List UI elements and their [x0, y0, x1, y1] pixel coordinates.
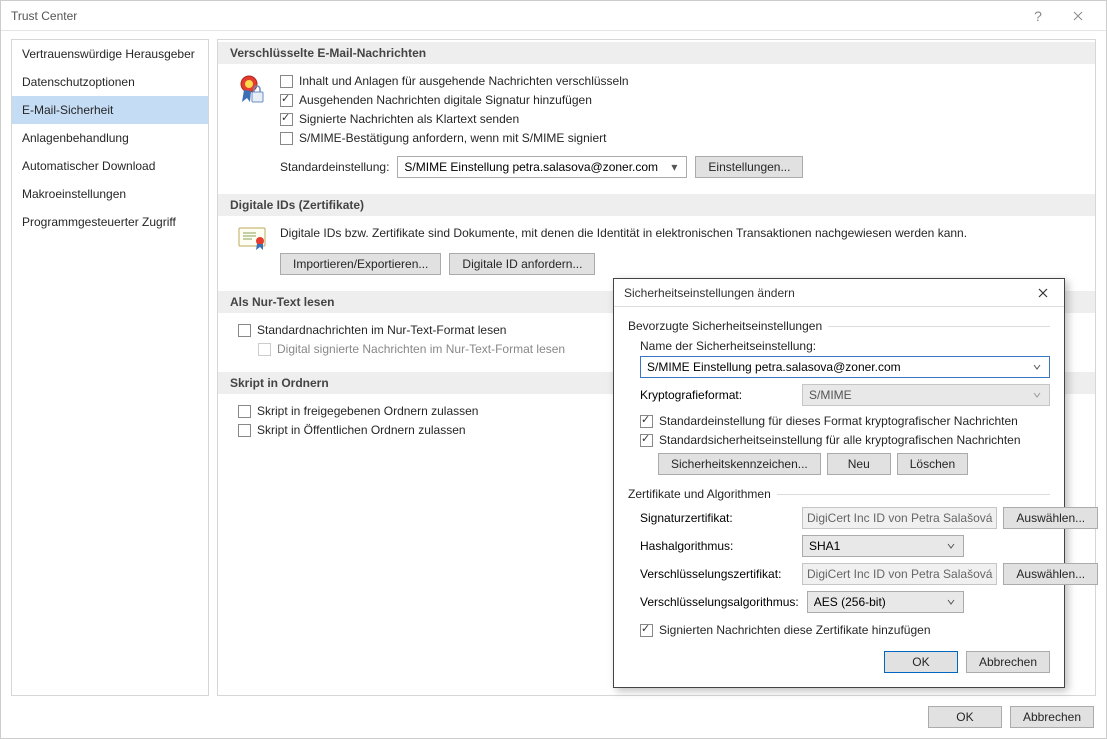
- new-button[interactable]: Neu: [827, 453, 891, 475]
- request-digital-id-button[interactable]: Digitale ID anfordern...: [449, 253, 595, 275]
- sidebar-item-macro-settings[interactable]: Makroeinstellungen: [12, 180, 208, 208]
- section-body-digital-ids: Digitale IDs bzw. Zertifikate sind Dokum…: [218, 216, 1095, 285]
- dialog-cancel-button[interactable]: Abbrechen: [966, 651, 1050, 673]
- checkbox-label: Inhalt und Anlagen für ausgehende Nachri…: [299, 74, 629, 88]
- default-setting-label: Standardeinstellung:: [280, 160, 389, 174]
- security-setting-name-dropdown[interactable]: S/MIME Einstellung petra.salasova@zoner.…: [640, 356, 1050, 378]
- group-preferred-security-settings: Bevorzugte Sicherheitseinstellungen: [628, 319, 1050, 333]
- checkbox-icon: [238, 324, 251, 337]
- checkbox-label: Ausgehenden Nachrichten digitale Signatu…: [299, 93, 592, 107]
- chevron-down-icon: [1029, 388, 1045, 402]
- titlebar: Trust Center ?: [1, 1, 1106, 31]
- checkbox-default-security-all[interactable]: Standardsicherheitseinstellung für alle …: [640, 433, 1050, 447]
- crypto-format-label: Kryptografieformat:: [640, 388, 794, 402]
- dialog-ok-button[interactable]: OK: [884, 651, 958, 673]
- sidebar-item-attachment-handling[interactable]: Anlagenbehandlung: [12, 124, 208, 152]
- checkbox-label: Skript in Öffentlichen Ordnern zulassen: [257, 423, 466, 437]
- checkbox-icon: [238, 405, 251, 418]
- group-certs-and-algorithms: Zertifikate und Algorithmen: [628, 487, 1050, 501]
- encrypted-email-icon: [238, 74, 266, 178]
- section-header-encrypted-email: Verschlüsselte E-Mail-Nachrichten: [218, 42, 1095, 64]
- section-header-digital-ids: Digitale IDs (Zertifikate): [218, 194, 1095, 216]
- signing-cert-value: DigiCert Inc ID von Petra Salašová: [802, 507, 997, 529]
- sidebar-item-trusted-publishers[interactable]: Vertrauenswürdige Herausgeber: [12, 40, 208, 68]
- checkbox-icon: [280, 113, 293, 126]
- sidebar-item-automatic-download[interactable]: Automatischer Download: [12, 152, 208, 180]
- checkbox-encrypt-content[interactable]: Inhalt und Anlagen für ausgehende Nachri…: [280, 74, 1079, 88]
- checkbox-send-cleartext[interactable]: Signierte Nachrichten als Klartext sende…: [280, 112, 1079, 126]
- settings-button[interactable]: Einstellungen...: [695, 156, 803, 178]
- checkbox-icon: [280, 75, 293, 88]
- close-button[interactable]: [1058, 5, 1098, 27]
- checkbox-icon: [640, 434, 653, 447]
- checkbox-label: Digital signierte Nachrichten im Nur-Tex…: [277, 342, 565, 356]
- encryption-algorithm-dropdown[interactable]: AES (256-bit): [807, 591, 964, 613]
- help-button[interactable]: ?: [1018, 5, 1058, 27]
- checkbox-smime-receipt[interactable]: S/MIME-Bestätigung anfordern, wenn mit S…: [280, 131, 1079, 145]
- dialog-close-button[interactable]: [1028, 283, 1058, 303]
- ok-button[interactable]: OK: [928, 706, 1002, 728]
- checkbox-label: Signierten Nachrichten diese Zertifikate…: [659, 623, 931, 637]
- encryption-cert-choose-button[interactable]: Auswählen...: [1003, 563, 1098, 585]
- delete-button[interactable]: Löschen: [897, 453, 968, 475]
- security-labels-button[interactable]: Sicherheitskennzeichen...: [658, 453, 821, 475]
- dropdown-value: SHA1: [809, 539, 943, 553]
- checkbox-icon: [640, 624, 653, 637]
- import-export-button[interactable]: Importieren/Exportieren...: [280, 253, 441, 275]
- checkbox-label: S/MIME-Bestätigung anfordern, wenn mit S…: [299, 131, 606, 145]
- checkbox-icon: [640, 415, 653, 428]
- chevron-down-icon: [943, 539, 959, 553]
- signing-cert-choose-button[interactable]: Auswählen...: [1003, 507, 1098, 529]
- dialog-titlebar: Sicherheitseinstellungen ändern: [614, 279, 1064, 307]
- checkbox-send-certs-with-signed[interactable]: Signierten Nachrichten diese Zertifikate…: [640, 623, 1050, 637]
- encryption-cert-value: DigiCert Inc ID von Petra Salašová: [802, 563, 997, 585]
- certificate-icon: [238, 226, 266, 275]
- security-setting-name-label: Name der Sicherheitseinstellung:: [640, 339, 1050, 353]
- window-title: Trust Center: [11, 9, 1018, 23]
- chevron-down-icon: [1029, 360, 1045, 374]
- signing-cert-label: Signaturzertifikat:: [640, 511, 794, 525]
- dropdown-value: S/MIME Einstellung petra.salasova@zoner.…: [404, 160, 666, 174]
- chevron-down-icon: ▾: [666, 160, 682, 174]
- crypto-format-dropdown: S/MIME: [802, 384, 1050, 406]
- hash-algorithm-dropdown[interactable]: SHA1: [802, 535, 964, 557]
- encryption-algorithm-label: Verschlüsselungsalgorithmus:: [640, 595, 799, 609]
- encryption-cert-label: Verschlüsselungszertifikat:: [640, 567, 794, 581]
- hash-algorithm-label: Hashalgorithmus:: [640, 539, 794, 553]
- checkbox-icon: [280, 132, 293, 145]
- section-body-encrypted-email: Inhalt und Anlagen für ausgehende Nachri…: [218, 64, 1095, 188]
- checkbox-add-signature[interactable]: Ausgehenden Nachrichten digitale Signatu…: [280, 93, 1079, 107]
- dropdown-value: S/MIME: [809, 388, 1029, 402]
- checkbox-icon: [280, 94, 293, 107]
- checkbox-label: Signierte Nachrichten als Klartext sende…: [299, 112, 519, 126]
- checkbox-label: Standardnachrichten im Nur-Text-Format l…: [257, 323, 506, 337]
- checkbox-default-for-format[interactable]: Standardeinstellung für dieses Format kr…: [640, 414, 1050, 428]
- checkbox-label: Standardsicherheitseinstellung für alle …: [659, 433, 1021, 447]
- cancel-button[interactable]: Abbrechen: [1010, 706, 1094, 728]
- dialog-footer-buttons: OK Abbrechen: [628, 651, 1050, 673]
- default-setting-dropdown[interactable]: S/MIME Einstellung petra.salasova@zoner.…: [397, 156, 687, 178]
- checkbox-label: Skript in freigegebenen Ordnern zulassen: [257, 404, 478, 418]
- chevron-down-icon: [943, 595, 959, 609]
- digital-ids-description: Digitale IDs bzw. Zertifikate sind Dokum…: [280, 226, 1079, 240]
- sidebar-item-programmatic-access[interactable]: Programmgesteuerter Zugriff: [12, 208, 208, 236]
- dropdown-value: S/MIME Einstellung petra.salasova@zoner.…: [647, 360, 1029, 374]
- category-sidebar: Vertrauenswürdige Herausgeber Datenschut…: [11, 39, 209, 696]
- sidebar-item-privacy-options[interactable]: Datenschutzoptionen: [12, 68, 208, 96]
- window-footer-buttons: OK Abbrechen: [1, 696, 1106, 738]
- change-security-settings-dialog: Sicherheitseinstellungen ändern Bevorzug…: [613, 278, 1065, 688]
- sidebar-item-email-security[interactable]: E-Mail-Sicherheit: [12, 96, 208, 124]
- checkbox-label: Standardeinstellung für dieses Format kr…: [659, 414, 1018, 428]
- dialog-title: Sicherheitseinstellungen ändern: [624, 286, 1028, 300]
- checkbox-icon: [238, 424, 251, 437]
- checkbox-icon: [258, 343, 271, 356]
- dropdown-value: AES (256-bit): [814, 595, 943, 609]
